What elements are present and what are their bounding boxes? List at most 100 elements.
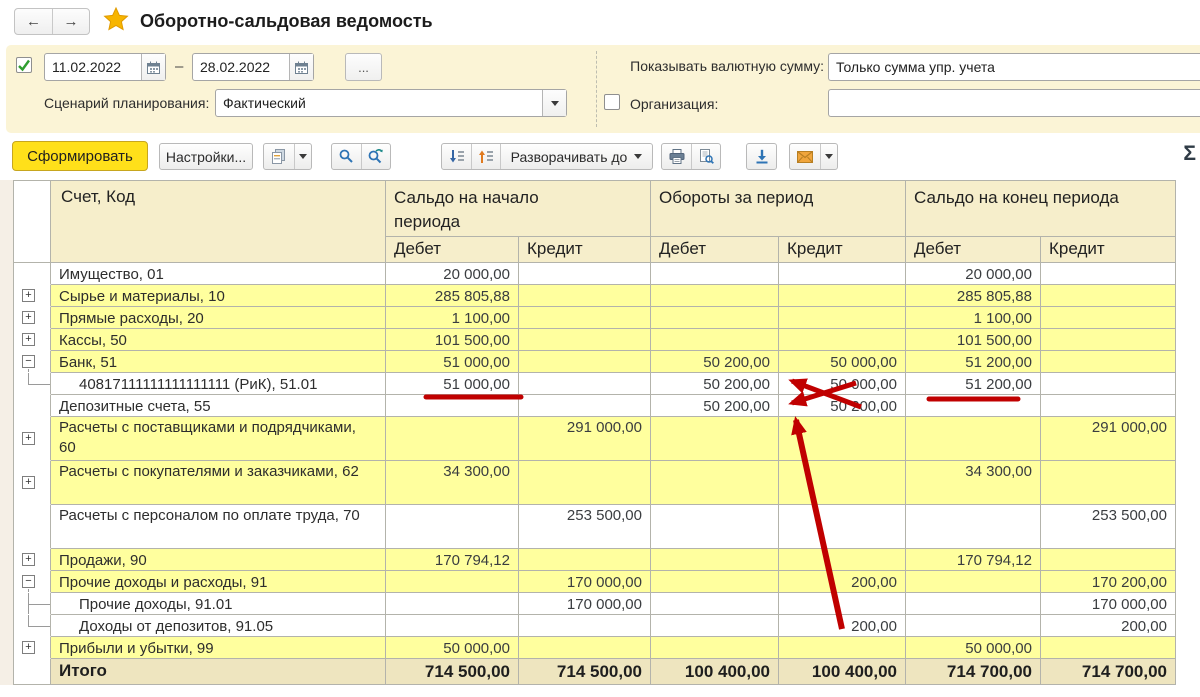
account-cell[interactable]: 40817111111111111111 (РиК), 51.01 <box>51 373 386 395</box>
cell-turnover-debit[interactable] <box>651 307 779 329</box>
cell-turnover-debit[interactable] <box>651 461 779 505</box>
account-cell[interactable]: Кассы, 50 <box>51 329 386 351</box>
account-cell[interactable]: Продажи, 90 <box>51 549 386 571</box>
cell-turnover-credit[interactable] <box>779 285 906 307</box>
cell-balance-start-debit[interactable]: 34 300,00 <box>386 461 519 505</box>
cell-balance-end-credit[interactable] <box>1041 373 1176 395</box>
date-from-field[interactable]: 11.02.2022 <box>44 53 166 81</box>
panel-splitter[interactable] <box>596 51 597 127</box>
search-next-icon[interactable] <box>361 144 390 169</box>
cell-balance-start-credit[interactable] <box>519 373 651 395</box>
subheader-debit[interactable]: Дебет <box>906 237 1041 263</box>
date-to-field[interactable]: 28.02.2022 <box>192 53 314 81</box>
cell-balance-start-debit[interactable]: 51 000,00 <box>386 351 519 373</box>
subheader-credit[interactable]: Кредит <box>779 237 906 263</box>
cell-balance-start-debit[interactable] <box>386 505 519 549</box>
cell-turnover-credit[interactable] <box>779 461 906 505</box>
cell-balance-end-debit[interactable] <box>906 615 1041 637</box>
cell-balance-end-debit[interactable]: 1 100,00 <box>906 307 1041 329</box>
autosum-button[interactable]: Σ <box>1183 142 1196 166</box>
cell-balance-start-credit[interactable] <box>519 307 651 329</box>
subheader-credit[interactable]: Кредит <box>1041 237 1176 263</box>
cell-turnover-debit[interactable]: 50 200,00 <box>651 351 779 373</box>
organization-checkbox[interactable] <box>604 94 620 110</box>
cell-balance-start-debit[interactable]: 170 794,12 <box>386 549 519 571</box>
cell-balance-end-debit[interactable]: 51 200,00 <box>906 351 1041 373</box>
expand-toggle-icon[interactable]: + <box>22 311 35 324</box>
expand-toggle-icon[interactable]: + <box>22 476 35 489</box>
collapse-toggle-icon[interactable]: − <box>22 355 35 368</box>
cell-balance-start-debit[interactable]: 51 000,00 <box>386 373 519 395</box>
cell-balance-end-credit[interactable]: 291 000,00 <box>1041 417 1176 461</box>
cell-turnover-credit[interactable] <box>779 417 906 461</box>
collapse-toggle-icon[interactable]: − <box>22 575 35 588</box>
cell-balance-start-credit[interactable] <box>519 351 651 373</box>
expand-to-button[interactable]: Разворачивать до <box>500 144 652 169</box>
cell-balance-end-debit[interactable]: 50 000,00 <box>906 637 1041 659</box>
cell-balance-start-credit[interactable]: 170 000,00 <box>519 571 651 593</box>
subheader-debit[interactable]: Дебет <box>651 237 779 263</box>
cell-turnover-debit[interactable] <box>651 615 779 637</box>
cell-turnover-debit[interactable] <box>651 329 779 351</box>
cell-balance-start-debit[interactable] <box>386 615 519 637</box>
cell-balance-end-debit[interactable] <box>906 593 1041 615</box>
print-preview-icon[interactable] <box>691 144 720 169</box>
account-cell[interactable]: Прибыли и убытки, 99 <box>51 637 386 659</box>
cell-balance-end-debit[interactable] <box>906 417 1041 461</box>
group-header-balance-start[interactable]: Сальдо на начало периода <box>386 181 651 237</box>
cell-turnover-debit[interactable] <box>651 417 779 461</box>
cell-turnover-credit[interactable] <box>779 263 906 285</box>
cell-balance-start-credit[interactable] <box>519 329 651 351</box>
currency-select[interactable]: Только сумма упр. учета <box>828 53 1200 81</box>
cell-turnover-credit[interactable]: 200,00 <box>779 615 906 637</box>
account-cell[interactable]: Депозитные счета, 55 <box>51 395 386 417</box>
account-cell[interactable]: Расчеты с покупателями и заказчиками, 62 <box>51 461 386 505</box>
print-icon[interactable] <box>662 144 691 169</box>
period-more-button[interactable]: ... <box>345 53 382 81</box>
cell-turnover-debit[interactable] <box>651 637 779 659</box>
cell-balance-end-credit[interactable] <box>1041 329 1176 351</box>
scenario-select[interactable]: Фактический <box>215 89 567 117</box>
save-button[interactable] <box>746 143 777 170</box>
cell-turnover-credit[interactable] <box>779 329 906 351</box>
cell-balance-end-debit[interactable] <box>906 571 1041 593</box>
cell-balance-end-debit[interactable]: 20 000,00 <box>906 263 1041 285</box>
cell-turnover-debit[interactable]: 50 200,00 <box>651 395 779 417</box>
cell-turnover-credit[interactable] <box>779 637 906 659</box>
back-button[interactable]: ← <box>15 9 52 34</box>
account-cell[interactable]: Прочие доходы и расходы, 91 <box>51 571 386 593</box>
cell-turnover-debit[interactable] <box>651 593 779 615</box>
cell-turnover-credit[interactable] <box>779 505 906 549</box>
cell-turnover-credit[interactable] <box>779 307 906 329</box>
expand-toggle-icon[interactable]: + <box>22 432 35 445</box>
cell-turnover-credit[interactable]: 50 000,00 <box>779 373 906 395</box>
cell-balance-end-credit[interactable] <box>1041 263 1176 285</box>
calendar-icon[interactable] <box>289 54 313 80</box>
cell-balance-end-debit[interactable]: 101 500,00 <box>906 329 1041 351</box>
cell-turnover-credit[interactable]: 200,00 <box>779 571 906 593</box>
cell-balance-end-debit[interactable]: 170 794,12 <box>906 549 1041 571</box>
cell-turnover-credit[interactable]: 100 400,00 <box>779 659 906 685</box>
cell-balance-start-credit[interactable] <box>519 637 651 659</box>
cell-balance-start-debit[interactable]: 1 100,00 <box>386 307 519 329</box>
report-variants-dropdown[interactable] <box>294 144 311 169</box>
column-header-account[interactable]: Счет, Код <box>51 181 386 263</box>
report-variants-icon[interactable] <box>264 144 294 169</box>
cell-balance-end-credit[interactable]: 170 200,00 <box>1041 571 1176 593</box>
cell-turnover-credit[interactable] <box>779 593 906 615</box>
account-cell[interactable]: Сырье и материалы, 10 <box>51 285 386 307</box>
cell-balance-start-credit[interactable] <box>519 549 651 571</box>
account-cell[interactable]: Прямые расходы, 20 <box>51 307 386 329</box>
email-icon[interactable] <box>790 144 820 169</box>
cell-balance-end-credit[interactable] <box>1041 549 1176 571</box>
cell-turnover-debit[interactable] <box>651 263 779 285</box>
search-icon[interactable] <box>332 144 361 169</box>
cell-balance-start-credit[interactable] <box>519 263 651 285</box>
cell-balance-start-credit[interactable]: 170 000,00 <box>519 593 651 615</box>
period-checkbox[interactable] <box>16 57 32 73</box>
email-dropdown[interactable] <box>820 144 837 169</box>
cell-balance-start-credit[interactable] <box>519 395 651 417</box>
cell-balance-end-debit[interactable] <box>906 395 1041 417</box>
cell-turnover-debit[interactable] <box>651 571 779 593</box>
cell-turnover-debit[interactable] <box>651 549 779 571</box>
